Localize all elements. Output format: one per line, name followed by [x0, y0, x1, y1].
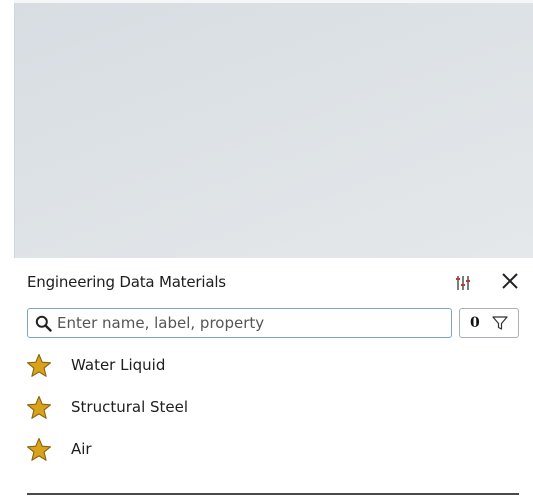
star-icon[interactable]	[26, 353, 52, 379]
funnel-icon	[492, 316, 508, 330]
panel-close-button[interactable]	[500, 271, 520, 291]
star-icon[interactable]	[26, 437, 52, 463]
material-label: Air	[71, 440, 92, 458]
filter-button[interactable]: 0	[459, 308, 519, 338]
star-icon[interactable]	[26, 395, 52, 421]
list-item-structural-steel[interactable]: Structural Steel	[14, 395, 533, 437]
engineering-data-materials-panel: Engineering Data Materials 0	[14, 258, 533, 496]
list-divider	[27, 493, 519, 495]
list-item-water-liquid[interactable]: Water Liquid	[14, 353, 533, 395]
material-label: Water Liquid	[71, 356, 166, 374]
panel-header: Engineering Data Materials	[14, 258, 533, 306]
panel-title: Engineering Data Materials	[27, 273, 226, 291]
sliders-icon	[456, 276, 470, 290]
search-box[interactable]	[27, 308, 452, 338]
search-icon	[35, 315, 52, 332]
left-gutter	[0, 0, 14, 496]
search-input[interactable]	[57, 311, 447, 335]
filter-count: 0	[470, 315, 480, 331]
graphics-viewport[interactable]	[14, 3, 533, 258]
panel-settings-button[interactable]	[454, 274, 472, 292]
list-item-air[interactable]: Air	[14, 437, 533, 479]
close-icon	[502, 273, 518, 289]
material-label: Structural Steel	[71, 398, 189, 416]
